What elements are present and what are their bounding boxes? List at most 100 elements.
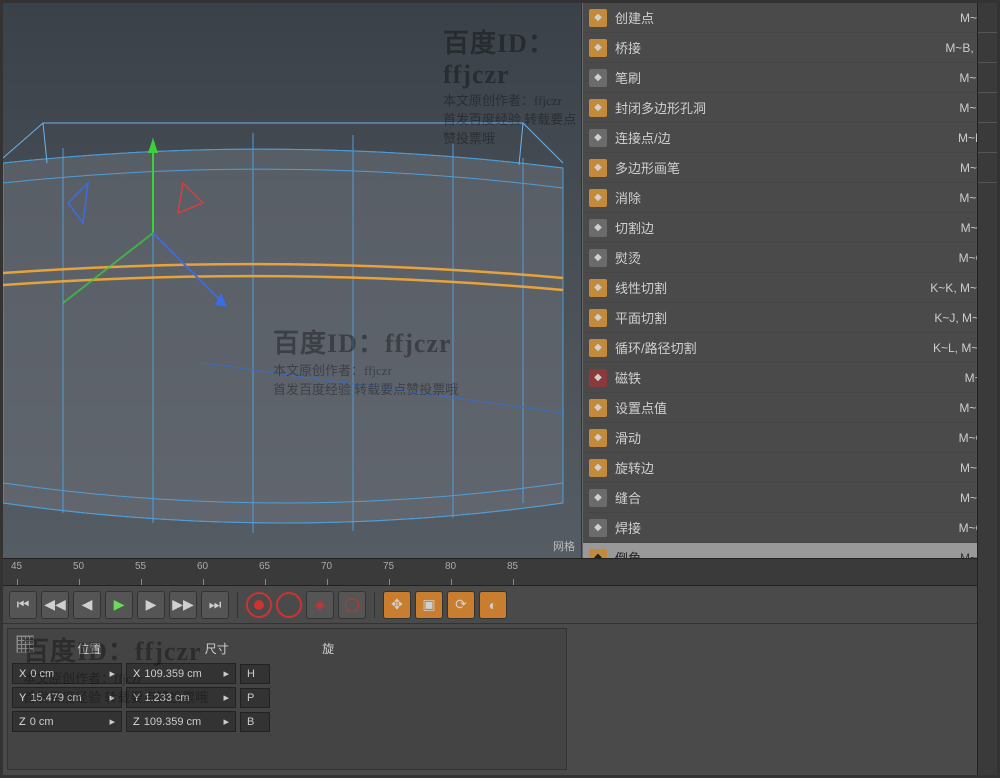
rot-header: 旋: [322, 642, 334, 656]
size-header: 尺寸: [205, 642, 229, 656]
menu-label: 磁铁: [615, 368, 965, 387]
record-button[interactable]: [246, 592, 272, 618]
rot-field[interactable]: B: [240, 712, 270, 732]
goto-end-button[interactable]: ⏭: [201, 591, 229, 619]
size-field[interactable]: Z 109.359 cm ▸: [126, 711, 236, 732]
prev-frame-button[interactable]: ◀: [73, 591, 101, 619]
menu-item-创建点[interactable]: ◆创建点M~A: [583, 3, 997, 33]
menu-label: 缝合: [615, 488, 960, 507]
autokey-button[interactable]: [276, 592, 302, 618]
size-field[interactable]: Y 1.233 cm ▸: [126, 687, 236, 708]
menu-label: 熨烫: [615, 248, 959, 267]
next-key-button[interactable]: ▶▶: [169, 591, 197, 619]
menu-item-连接点/边[interactable]: ◆连接点/边M~M: [583, 123, 997, 153]
tool-icon: ◆: [589, 69, 607, 87]
menu-label: 平面切割: [615, 308, 934, 327]
menu-item-线性切割[interactable]: ◆线性切割K~K, M~K: [583, 273, 997, 303]
tool-icon: ◆: [589, 309, 607, 327]
key-selection-button[interactable]: ◯: [338, 591, 366, 619]
coord-row-Y: Y 15.479 cm ▸Y 1.233 cm ▸P: [12, 687, 562, 708]
tool-icon: ◆: [589, 189, 607, 207]
menu-label: 设置点值: [615, 398, 959, 417]
tool-icon: ◆: [589, 99, 607, 117]
pos-header: 位置: [77, 642, 101, 656]
menu-item-封闭多边形孔洞[interactable]: ◆封闭多边形孔洞M~D: [583, 93, 997, 123]
timeline-tick: 55: [135, 561, 146, 572]
timeline-tick: 60: [197, 561, 208, 572]
key-options-button[interactable]: ◈: [306, 591, 334, 619]
next-frame-button[interactable]: ▶: [137, 591, 165, 619]
menu-label: 消除: [615, 188, 959, 207]
menu-label: 滑动: [615, 428, 959, 447]
menu-item-循环/路径切割[interactable]: ◆循环/路径切割K~L, M~L: [583, 333, 997, 363]
menu-item-倒角[interactable]: ◆倒角M~S: [583, 543, 997, 558]
menu-item-焊接[interactable]: ◆焊接M~Q: [583, 513, 997, 543]
timeline-tick: 45: [11, 561, 22, 572]
viewport-mode-label: 网格: [553, 538, 575, 554]
coord-row-X: X 0 cm ▸X 109.359 cm ▸H: [12, 663, 562, 684]
model-wireframe: [3, 3, 582, 558]
grid-icon: [16, 635, 34, 653]
coordinate-manager: 位置 尺寸 旋 X 0 cm ▸X 109.359 cm ▸H Y 15.479 …: [3, 624, 997, 774]
menu-item-多边形画笔[interactable]: ◆多边形画笔M~E: [583, 153, 997, 183]
tool-icon: ◆: [589, 399, 607, 417]
timeline[interactable]: 455055606570758085: [3, 558, 997, 586]
menu-label: 连接点/边: [615, 128, 958, 147]
tool-icon: ◆: [589, 9, 607, 27]
menu-label: 切割边: [615, 218, 961, 237]
menu-item-设置点值[interactable]: ◆设置点值M~U: [583, 393, 997, 423]
timeline-tick: 70: [321, 561, 332, 572]
menu-item-切割边[interactable]: ◆切割边M~F: [583, 213, 997, 243]
rot-field[interactable]: H: [240, 664, 270, 684]
timeline-tick: 65: [259, 561, 270, 572]
coord-row-Z: Z 0 cm ▸Z 109.359 cm ▸B: [12, 711, 562, 732]
tool-icon: ◆: [589, 219, 607, 237]
menu-item-熨烫[interactable]: ◆熨烫M~G: [583, 243, 997, 273]
timeline-tick: 50: [73, 561, 84, 572]
menu-label: 旋转边: [615, 458, 960, 477]
menu-label: 倒角: [615, 548, 960, 558]
menu-label: 多边形画笔: [615, 158, 960, 177]
pos-field[interactable]: X 0 cm ▸: [12, 663, 122, 684]
move-tool-button[interactable]: ✥: [383, 591, 411, 619]
tool-icon: ◆: [589, 249, 607, 267]
goto-start-button[interactable]: ⏮: [9, 591, 37, 619]
tool-icon: ◆: [589, 369, 607, 387]
menu-label: 笔刷: [615, 68, 959, 87]
tool-icon: ◆: [589, 39, 607, 57]
tool-icon: ◆: [589, 129, 607, 147]
size-field[interactable]: X 109.359 cm ▸: [126, 663, 236, 684]
menu-label: 线性切割: [615, 278, 930, 297]
3d-viewport[interactable]: 百度ID：ffjczr 本文原创作者：ffjczr 首发百度经验 转载要点赞投票…: [3, 3, 582, 558]
scale-tool-button[interactable]: ▣: [415, 591, 443, 619]
rot-field[interactable]: P: [240, 688, 270, 708]
menu-item-桥接[interactable]: ◆桥接M~B, B: [583, 33, 997, 63]
menu-item-平面切割[interactable]: ◆平面切割K~J, M~J: [583, 303, 997, 333]
pos-field[interactable]: Y 15.479 cm ▸: [12, 687, 122, 708]
prev-key-button[interactable]: ◀◀: [41, 591, 69, 619]
menu-item-消除[interactable]: ◆消除M~N: [583, 183, 997, 213]
menu-item-滑动[interactable]: ◆滑动M~O: [583, 423, 997, 453]
tool-icon: ◆: [589, 459, 607, 477]
timeline-tick: 75: [383, 561, 394, 572]
right-tab-strip[interactable]: [977, 3, 997, 775]
rotate-tool-button[interactable]: ⟳: [447, 591, 475, 619]
menu-label: 封闭多边形孔洞: [615, 98, 959, 117]
menu-item-笔刷[interactable]: ◆笔刷M~C: [583, 63, 997, 93]
tool-icon: ◆: [589, 549, 607, 559]
menu-item-缝合[interactable]: ◆缝合M~P: [583, 483, 997, 513]
play-button[interactable]: ▶: [105, 591, 133, 619]
menu-item-磁铁[interactable]: ◆磁铁M~I: [583, 363, 997, 393]
tool-icon: ◆: [589, 489, 607, 507]
menu-label: 焊接: [615, 518, 959, 537]
tool-icon: ◆: [589, 429, 607, 447]
menu-label: 循环/路径切割: [615, 338, 933, 357]
pos-field[interactable]: Z 0 cm ▸: [12, 711, 122, 732]
menu-label: 桥接: [615, 38, 945, 57]
playback-toolbar: ⏮ ◀◀ ◀ ▶ ▶ ▶▶ ⏭ ◈ ◯ ✥ ▣ ⟳ ◐: [3, 586, 997, 624]
menu-label: 创建点: [615, 8, 960, 27]
menu-item-旋转边[interactable]: ◆旋转边M~V: [583, 453, 997, 483]
mesh-context-menu[interactable]: ◆创建点M~A◆桥接M~B, B◆笔刷M~C◆封闭多边形孔洞M~D◆连接点/边M…: [582, 3, 997, 558]
param-tool-button[interactable]: ◐: [479, 591, 507, 619]
timeline-tick: 85: [507, 561, 518, 572]
